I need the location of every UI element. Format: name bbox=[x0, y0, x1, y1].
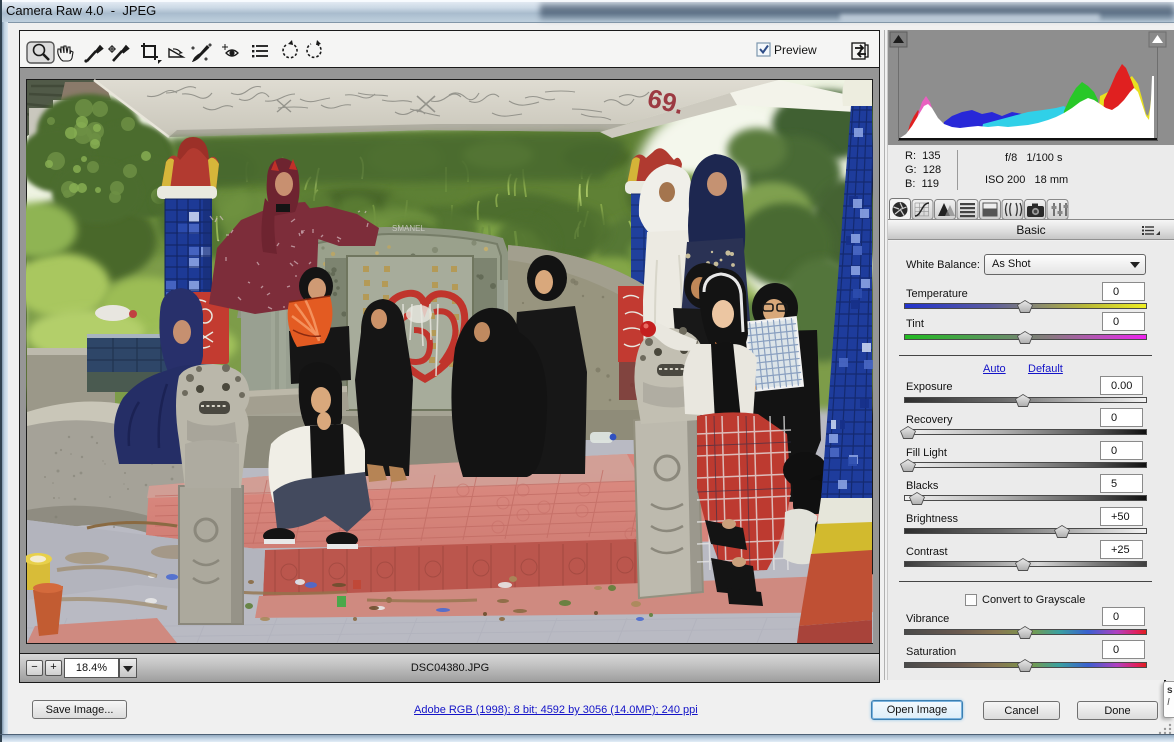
svg-text:SMANEL: SMANEL bbox=[392, 224, 425, 233]
svg-text:Preview: Preview bbox=[774, 43, 817, 57]
